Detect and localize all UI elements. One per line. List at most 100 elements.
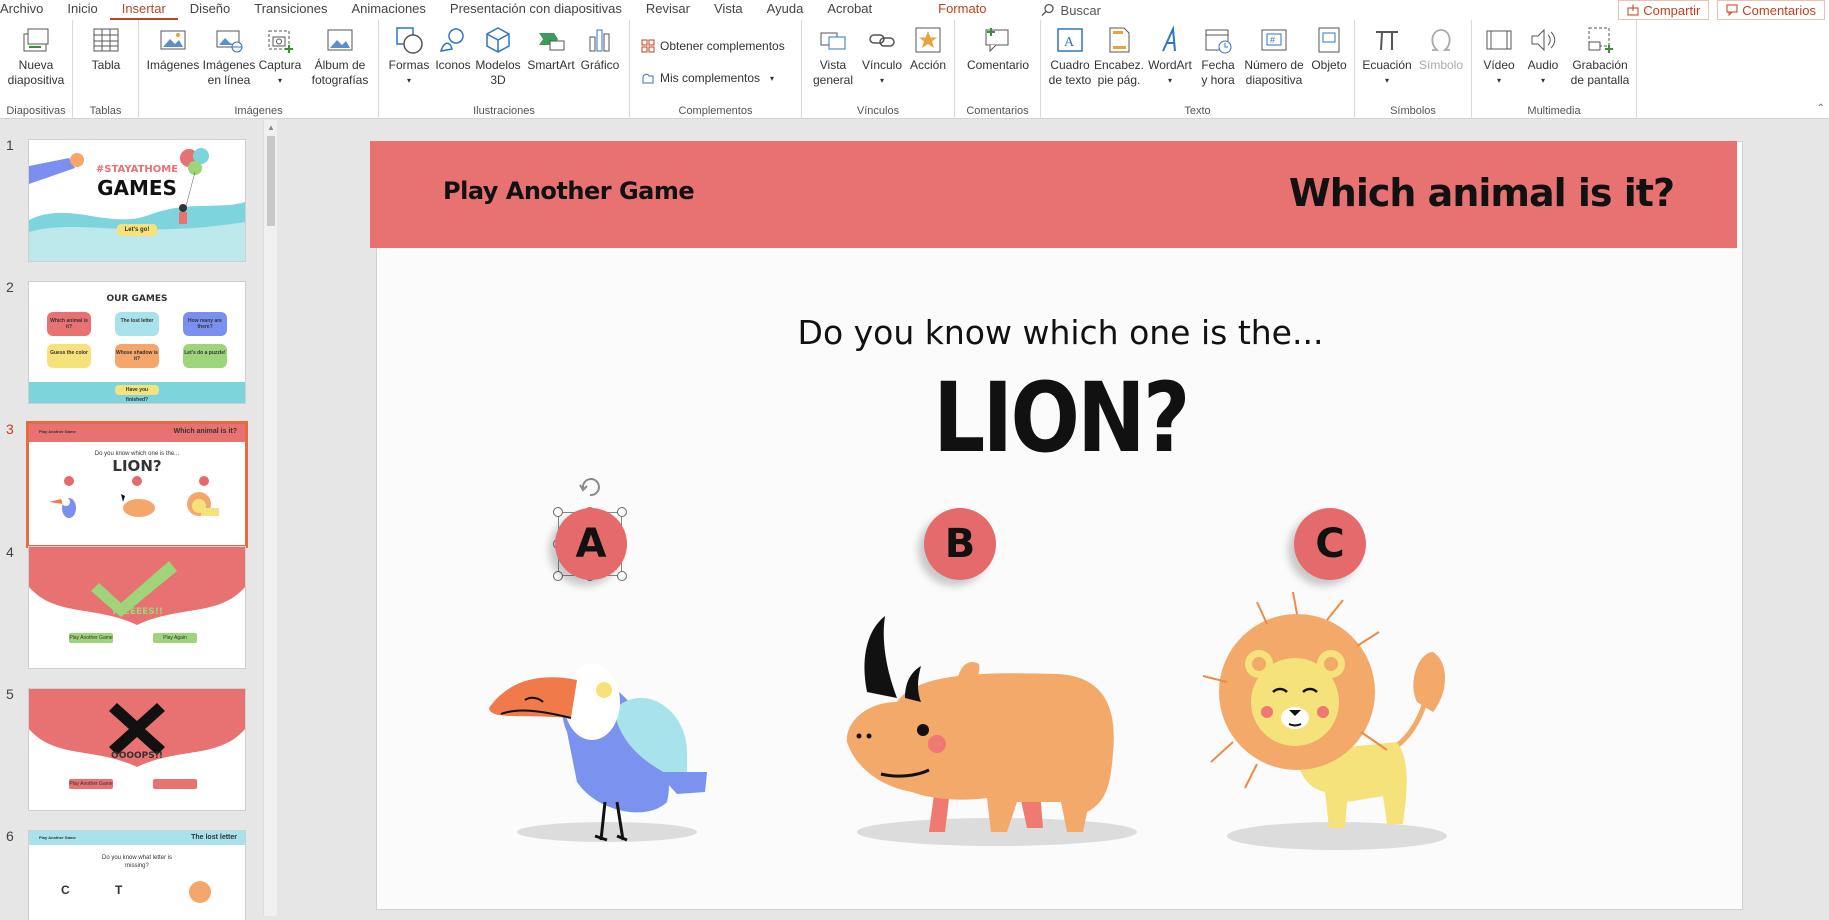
slide-thumbnail-1[interactable]: #STAYATHOME GAMES Let's go!	[28, 139, 246, 262]
tab-insertar[interactable]: Insertar	[109, 0, 178, 20]
my-addins-button[interactable]: Mis complementos ▾	[640, 70, 774, 86]
smartart-button[interactable]: SmartArt	[525, 24, 577, 73]
scroll-up-icon[interactable]: ▲	[267, 123, 275, 132]
icons-icon	[437, 24, 469, 56]
rotate-handle-icon[interactable]	[577, 474, 603, 500]
get-addins-button[interactable]: Obtener complementos	[640, 38, 785, 54]
thumbnail-text: YEEEEES!!	[111, 607, 163, 617]
link-button[interactable]: Vínculo ▾	[860, 24, 904, 88]
choice-c-button[interactable]: C	[1294, 508, 1366, 580]
rhino-illustration[interactable]	[817, 602, 1137, 852]
symbol-button[interactable]: Símbolo	[1415, 24, 1467, 73]
choice-b-button[interactable]: B	[924, 508, 996, 580]
tab-formato[interactable]: Formato	[926, 0, 998, 20]
collapse-ribbon-icon[interactable]: ⌃	[1817, 103, 1825, 114]
thumbnail-cat	[189, 881, 211, 903]
shapes-button[interactable]: Formas ▾	[387, 24, 431, 88]
tab-inicio[interactable]: Inicio	[55, 0, 109, 20]
tab-diseno[interactable]: Diseño	[178, 0, 242, 20]
comment-icon	[1726, 4, 1738, 16]
tab-archivo[interactable]: Archivo	[0, 0, 55, 20]
share-button[interactable]: Compartir	[1618, 0, 1710, 20]
thumbnail-title: GAMES	[97, 176, 177, 200]
omega-icon	[1425, 24, 1457, 56]
action-button[interactable]: Acción	[906, 24, 950, 73]
choice-a-button[interactable]: A	[555, 508, 627, 580]
comment-button[interactable]: Comentario	[959, 24, 1037, 73]
wordart-button[interactable]: WordArt ▾	[1145, 24, 1195, 88]
tab-revisar[interactable]: Revisar	[634, 0, 702, 20]
icons-label: Iconos	[435, 58, 471, 72]
group-texto: A Cuadro de texto Encabez. pie pág. Word…	[1041, 20, 1355, 119]
zoom-label-1: Vista	[819, 58, 847, 72]
comments-label: Comentarios	[1742, 2, 1816, 18]
thumbnail-left: Play Another Game	[39, 835, 76, 840]
table-button[interactable]: Tabla	[85, 24, 127, 73]
thumbnail-item: Let's do a puzzle!	[183, 344, 227, 368]
shapes-label: Formas	[388, 58, 430, 72]
smartart-label: SmartArt	[527, 58, 575, 72]
resize-handle[interactable]	[553, 507, 563, 517]
screen-recording-button[interactable]: Grabación de pantalla	[1566, 24, 1634, 88]
search-box[interactable]: Buscar	[1041, 3, 1101, 18]
toucan-illustration[interactable]	[477, 622, 717, 852]
tab-transiciones[interactable]: Transiciones	[242, 0, 339, 20]
slide-thumbnail-6[interactable]: Play Another Game The lost letter Do you…	[28, 830, 246, 920]
slide-thumbnail-3[interactable]: Play Another Game Which animal is it? Do…	[26, 421, 248, 548]
search-placeholder: Buscar	[1060, 2, 1101, 18]
action-label: Acción	[909, 58, 947, 72]
new-slide-button[interactable]: Nueva diapositiva	[3, 24, 69, 88]
wordart-label: WordArt	[1148, 58, 1192, 72]
slide-canvas: Play Another Game Which animal is it? Do…	[370, 141, 1743, 910]
resize-handle[interactable]	[617, 571, 627, 581]
tab-presentacion[interactable]: Presentación con diapositivas	[438, 0, 634, 20]
audio-button[interactable]: Audio ▾	[1522, 24, 1564, 88]
chart-button[interactable]: Gráfico	[577, 24, 623, 73]
equation-button[interactable]: Ecuación ▾	[1361, 24, 1413, 88]
video-button[interactable]: Vídeo ▾	[1478, 24, 1520, 88]
thumbnail-scrollbar[interactable]: ▲	[263, 120, 277, 916]
icons-button[interactable]: Iconos	[433, 24, 473, 73]
group-label-simbolos: Símbolos	[1390, 105, 1436, 117]
object-button[interactable]: Objeto	[1307, 24, 1351, 73]
lion-illustration[interactable]	[1197, 592, 1457, 852]
3d-models-label-1: Modelos	[475, 58, 521, 72]
scrollbar-thumb[interactable]	[267, 136, 275, 226]
cube-icon	[482, 24, 514, 56]
slide-thumbnail-5[interactable]: OOOOPS!! Play Another Game	[28, 688, 246, 811]
group-label-complementos: Complementos	[678, 105, 753, 117]
tab-acrobat[interactable]: Acrobat	[815, 0, 884, 20]
thumbnail-button: Play Another Game	[69, 633, 113, 643]
store-icon	[641, 39, 655, 53]
zoom-button[interactable]: Vista general	[808, 24, 858, 88]
video-label: Vídeo	[1483, 58, 1515, 72]
screen-recording-icon	[1584, 24, 1616, 56]
star-icon	[912, 24, 944, 56]
comments-button[interactable]: Comentarios	[1717, 0, 1825, 20]
tab-animaciones[interactable]: Animaciones	[339, 0, 437, 20]
slide-thumbnail-4[interactable]: YEEEEES!! Play Another Game Play Again	[28, 546, 246, 669]
textbox-button[interactable]: A Cuadro de texto	[1047, 24, 1093, 88]
photo-album-button[interactable]: Álbum de fotografías	[307, 24, 373, 88]
slide-number-button[interactable]: # Número de diapositiva	[1241, 24, 1307, 88]
share-icon	[1627, 4, 1639, 16]
thumbnail-footer: Have you finished?	[115, 385, 159, 403]
3d-models-button[interactable]: Modelos 3D	[473, 24, 523, 88]
chevron-down-icon: ▾	[1384, 76, 1389, 85]
images-button[interactable]: Imágenes	[147, 24, 199, 73]
play-another-game-link[interactable]: Play Another Game	[443, 177, 695, 205]
textbox-label-2: de texto	[1048, 73, 1092, 87]
date-time-button[interactable]: Fecha y hora	[1197, 24, 1239, 88]
resize-handle[interactable]	[617, 507, 627, 517]
slide-thumbnail-2[interactable]: OUR GAMES Which animal is it? The lost l…	[28, 281, 246, 404]
screenshot-button[interactable]: Captura ▾	[257, 24, 303, 88]
resize-handle[interactable]	[553, 571, 563, 581]
group-label-ilustraciones: Ilustraciones	[473, 105, 535, 117]
images-label: Imágenes	[146, 58, 200, 72]
header-footer-button[interactable]: Encabez. pie pág.	[1094, 24, 1144, 88]
online-images-button[interactable]: Imágenes en línea	[203, 24, 255, 88]
group-diapositivas: Nueva diapositiva Diapositivas	[0, 20, 73, 119]
online-images-label-1: Imágenes	[202, 58, 256, 72]
tab-ayuda[interactable]: Ayuda	[755, 0, 816, 20]
tab-vista[interactable]: Vista	[702, 0, 755, 20]
